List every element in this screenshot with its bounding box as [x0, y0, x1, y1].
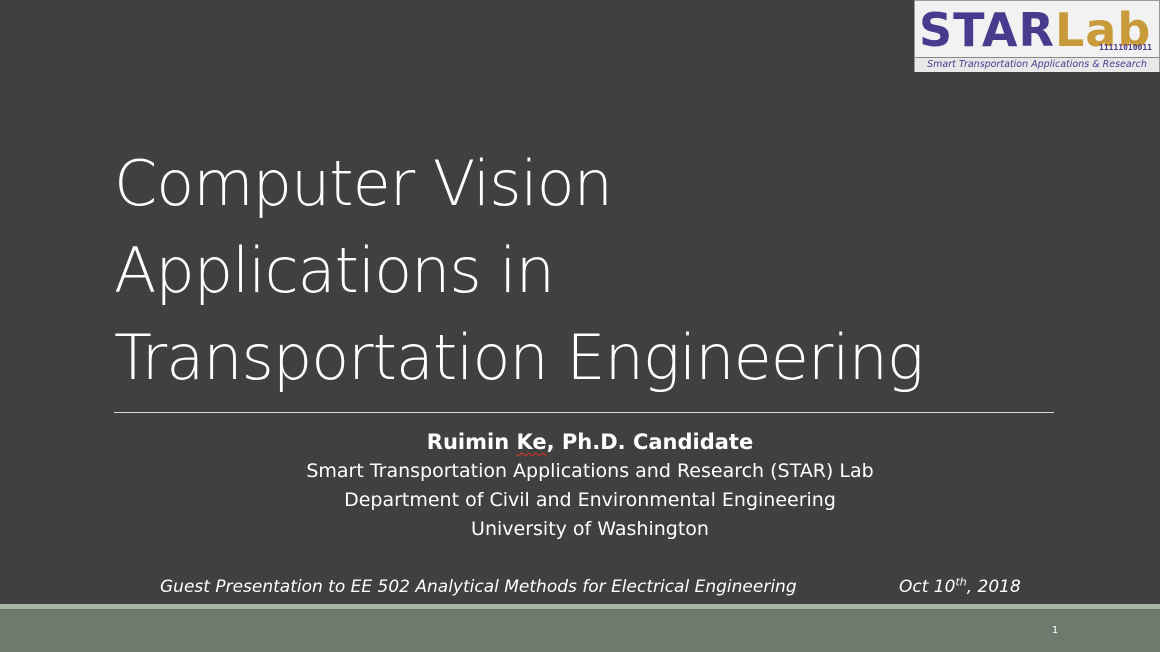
date-prefix: Oct 10: [899, 577, 956, 597]
presenter-university: University of Washington: [471, 518, 709, 540]
presenter-lab: Smart Transportation Applications and Re…: [306, 460, 874, 482]
footer-band: [0, 609, 1160, 652]
date-suffix: , 2018: [966, 577, 1021, 597]
presentation-date: Oct 10th, 2018: [899, 575, 1021, 599]
presenter-department: Department of Civil and Environmental En…: [344, 489, 836, 511]
title-line-3: Transportation Engineering: [114, 321, 924, 394]
logo-star-text: STAR: [919, 3, 1055, 57]
presenter-name: Ruimin Ke, Ph.D. Candidate: [100, 428, 1080, 457]
logo-binary-text: 11111010011: [1099, 43, 1152, 52]
slide-title: Computer Vision Applications in Transpor…: [114, 140, 1114, 401]
logo-tagline: Smart Transportation Applications & Rese…: [915, 57, 1159, 72]
presenter-title: , Ph.D. Candidate: [546, 430, 754, 454]
guest-presentation-line: Guest Presentation to EE 502 Analytical …: [160, 577, 797, 597]
star-lab-logo: STARLab 11111010011 Smart Transportation…: [914, 0, 1160, 72]
presenter-last-name: Ke: [516, 430, 547, 454]
presenter-first-name: Ruimin: [426, 430, 517, 454]
date-ordinal: th: [955, 575, 967, 589]
title-line-2: Applications in: [114, 234, 555, 307]
page-number: 1: [1051, 625, 1059, 636]
presenter-block: Ruimin Ke, Ph.D. Candidate Smart Transpo…: [100, 428, 1080, 544]
title-slide: STARLab 11111010011 Smart Transportation…: [0, 0, 1160, 652]
title-divider: [114, 412, 1054, 413]
title-line-1: Computer Vision: [114, 147, 613, 220]
